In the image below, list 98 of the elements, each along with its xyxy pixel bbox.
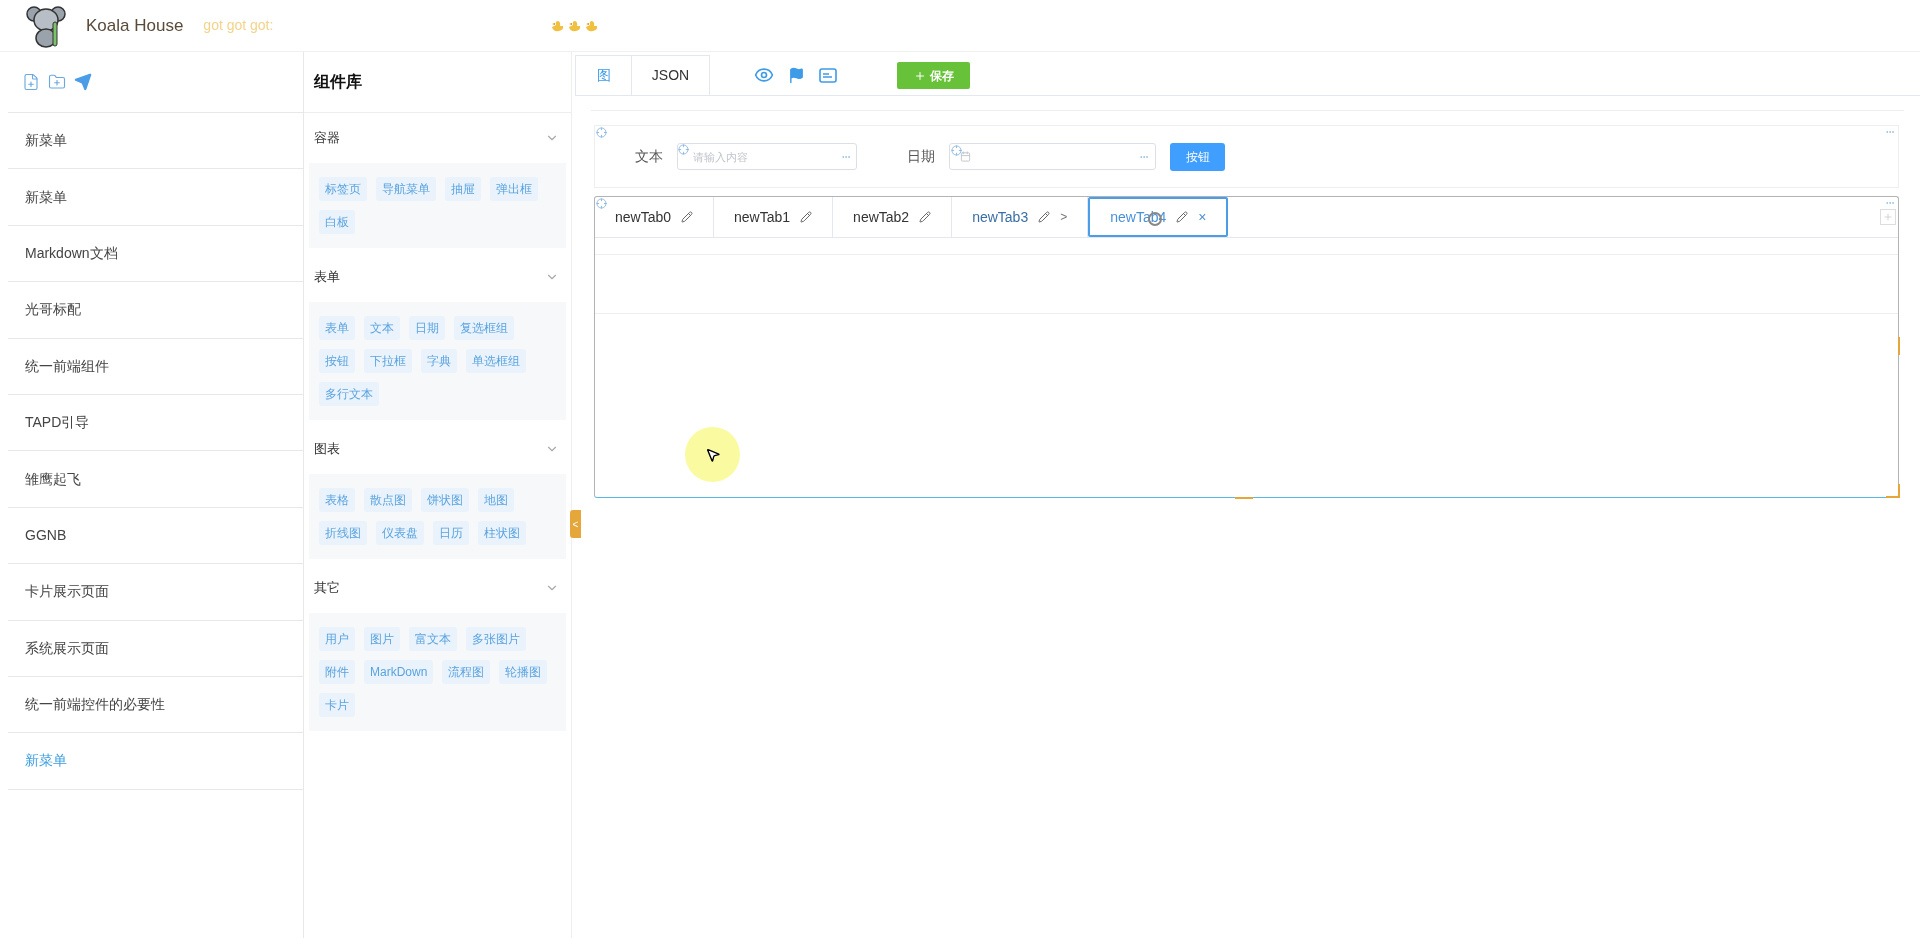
tab-label: newTab3: [972, 207, 1029, 227]
drag-handle-icon[interactable]: [678, 144, 689, 155]
edit-icon[interactable]: [800, 211, 813, 223]
duck-icon: [568, 19, 583, 32]
sidebar-item[interactable]: GGNB: [8, 507, 303, 565]
duck-icon: [585, 19, 600, 32]
tagline: got got got:: [203, 16, 274, 35]
field-label: 日期: [907, 147, 935, 166]
date-input[interactable]: [949, 143, 1156, 170]
component-tag[interactable]: 按钮: [319, 349, 355, 373]
component-tag[interactable]: 弹出框: [490, 177, 538, 201]
sidebar-item[interactable]: 新菜单: [8, 733, 303, 790]
edit-icon[interactable]: [1176, 211, 1189, 223]
save-button[interactable]: 保存: [897, 62, 970, 89]
component-tag[interactable]: 白板: [319, 210, 355, 234]
edit-icon[interactable]: [1038, 211, 1051, 223]
add-tab-icon[interactable]: [1880, 209, 1896, 225]
new-folder-icon[interactable]: [48, 73, 66, 91]
component-tab[interactable]: newTab2: [833, 197, 953, 237]
component-tag[interactable]: 文本: [364, 316, 400, 340]
component-tag[interactable]: 仪表盘: [376, 521, 424, 545]
primary-button[interactable]: 按钮: [1170, 142, 1225, 171]
component-tag[interactable]: 表单: [319, 316, 355, 340]
component-tag[interactable]: 下拉框: [364, 349, 412, 373]
sidebar-item[interactable]: 雏鹰起飞: [8, 451, 303, 508]
sidebar-item[interactable]: 新菜单: [8, 113, 303, 170]
component-tag[interactable]: 导航菜单: [376, 177, 436, 201]
sidebar-item[interactable]: Markdown文档: [8, 225, 303, 283]
category-title: 容器: [314, 129, 340, 148]
duck-icon: [551, 19, 566, 32]
component-tag[interactable]: 卡片: [319, 693, 355, 717]
component-tag[interactable]: 日历: [433, 521, 469, 545]
resize-handle[interactable]: [1235, 497, 1253, 499]
panel-title: 组件库: [314, 72, 362, 92]
component-tab[interactable]: newTab1: [714, 197, 834, 237]
component-tag[interactable]: 柱状图: [478, 521, 526, 545]
component-tag[interactable]: 饼状图: [421, 488, 469, 512]
tab-label: newTab2: [853, 207, 910, 227]
sidebar-item[interactable]: 系统展示页面: [8, 620, 303, 677]
koala-logo: [26, 3, 66, 48]
category-header[interactable]: 其它: [304, 563, 571, 613]
category-header[interactable]: 图表: [304, 424, 571, 474]
component-tag[interactable]: 单选框组: [466, 349, 526, 373]
category-title: 图表: [314, 440, 340, 459]
sidebar-item[interactable]: TAPD引导: [8, 394, 303, 452]
resize-handle[interactable]: [1898, 337, 1900, 355]
component-tag[interactable]: 用户: [319, 627, 355, 651]
component-tag[interactable]: 字典: [421, 349, 457, 373]
drag-handle-icon[interactable]: [596, 198, 607, 209]
drag-handle-icon[interactable]: [951, 145, 962, 156]
drag-handle-icon[interactable]: [596, 127, 607, 138]
send-icon[interactable]: [74, 73, 92, 91]
component-tab[interactable]: newTab3 >: [952, 197, 1089, 237]
component-tag[interactable]: 地图: [478, 488, 514, 512]
close-glyph[interactable]: ×: [1198, 206, 1207, 228]
component-tab[interactable]: newTab0: [595, 197, 715, 237]
card-icon[interactable]: [819, 67, 837, 83]
edit-icon[interactable]: [681, 211, 694, 223]
preview-icon[interactable]: [754, 65, 774, 85]
component-tag[interactable]: 富文本: [409, 627, 457, 651]
plus-icon: [913, 69, 926, 82]
component-tag[interactable]: MarkDown: [364, 660, 434, 684]
sidebar-item[interactable]: 卡片展示页面: [8, 564, 303, 621]
collapse-handle[interactable]: <: [570, 510, 581, 538]
component-tag[interactable]: 多张图片: [466, 627, 526, 651]
sidebar-item[interactable]: 统一前端控件的必要性: [8, 676, 303, 734]
tab-label: newTab1: [734, 207, 791, 227]
component-tag[interactable]: 附件: [319, 660, 355, 684]
resize-handle[interactable]: [1886, 484, 1900, 498]
arrow-glyph[interactable]: >: [1060, 208, 1068, 226]
view-tab[interactable]: 图: [575, 55, 632, 95]
category-title: 其它: [314, 579, 340, 598]
component-tag[interactable]: 流程图: [442, 660, 491, 684]
calendar-icon: [960, 151, 971, 162]
component-tag[interactable]: 折线图: [319, 521, 367, 545]
category-header[interactable]: 容器: [304, 113, 571, 163]
component-tag[interactable]: 轮播图: [499, 660, 548, 684]
brand-name: Koala House: [86, 14, 184, 37]
view-tab[interactable]: JSON: [632, 55, 710, 95]
component-tag[interactable]: 图片: [364, 627, 400, 651]
component-tag[interactable]: 抽屉: [445, 177, 481, 201]
tab-label: newTab0: [615, 207, 672, 227]
new-file-icon[interactable]: [22, 73, 40, 91]
sidebar-item[interactable]: 光哥标配: [8, 282, 303, 339]
component-tag[interactable]: 散点图: [364, 488, 412, 512]
category-title: 表单: [314, 268, 340, 287]
component-tag[interactable]: 日期: [409, 316, 445, 340]
cursor-icon: [704, 446, 721, 463]
component-tag[interactable]: 标签页: [319, 177, 367, 201]
sidebar-item[interactable]: 新菜单: [8, 169, 303, 226]
sidebar-item[interactable]: 统一前端组件: [8, 338, 303, 395]
component-tag[interactable]: 多行文本: [319, 382, 379, 406]
flag-icon[interactable]: [788, 66, 805, 84]
field-label: 文本: [635, 147, 663, 166]
category-header[interactable]: 表单: [304, 252, 571, 302]
component-tag[interactable]: 表格: [319, 488, 355, 512]
component-tag[interactable]: 复选框组: [454, 316, 514, 340]
edit-icon[interactable]: [919, 211, 932, 223]
